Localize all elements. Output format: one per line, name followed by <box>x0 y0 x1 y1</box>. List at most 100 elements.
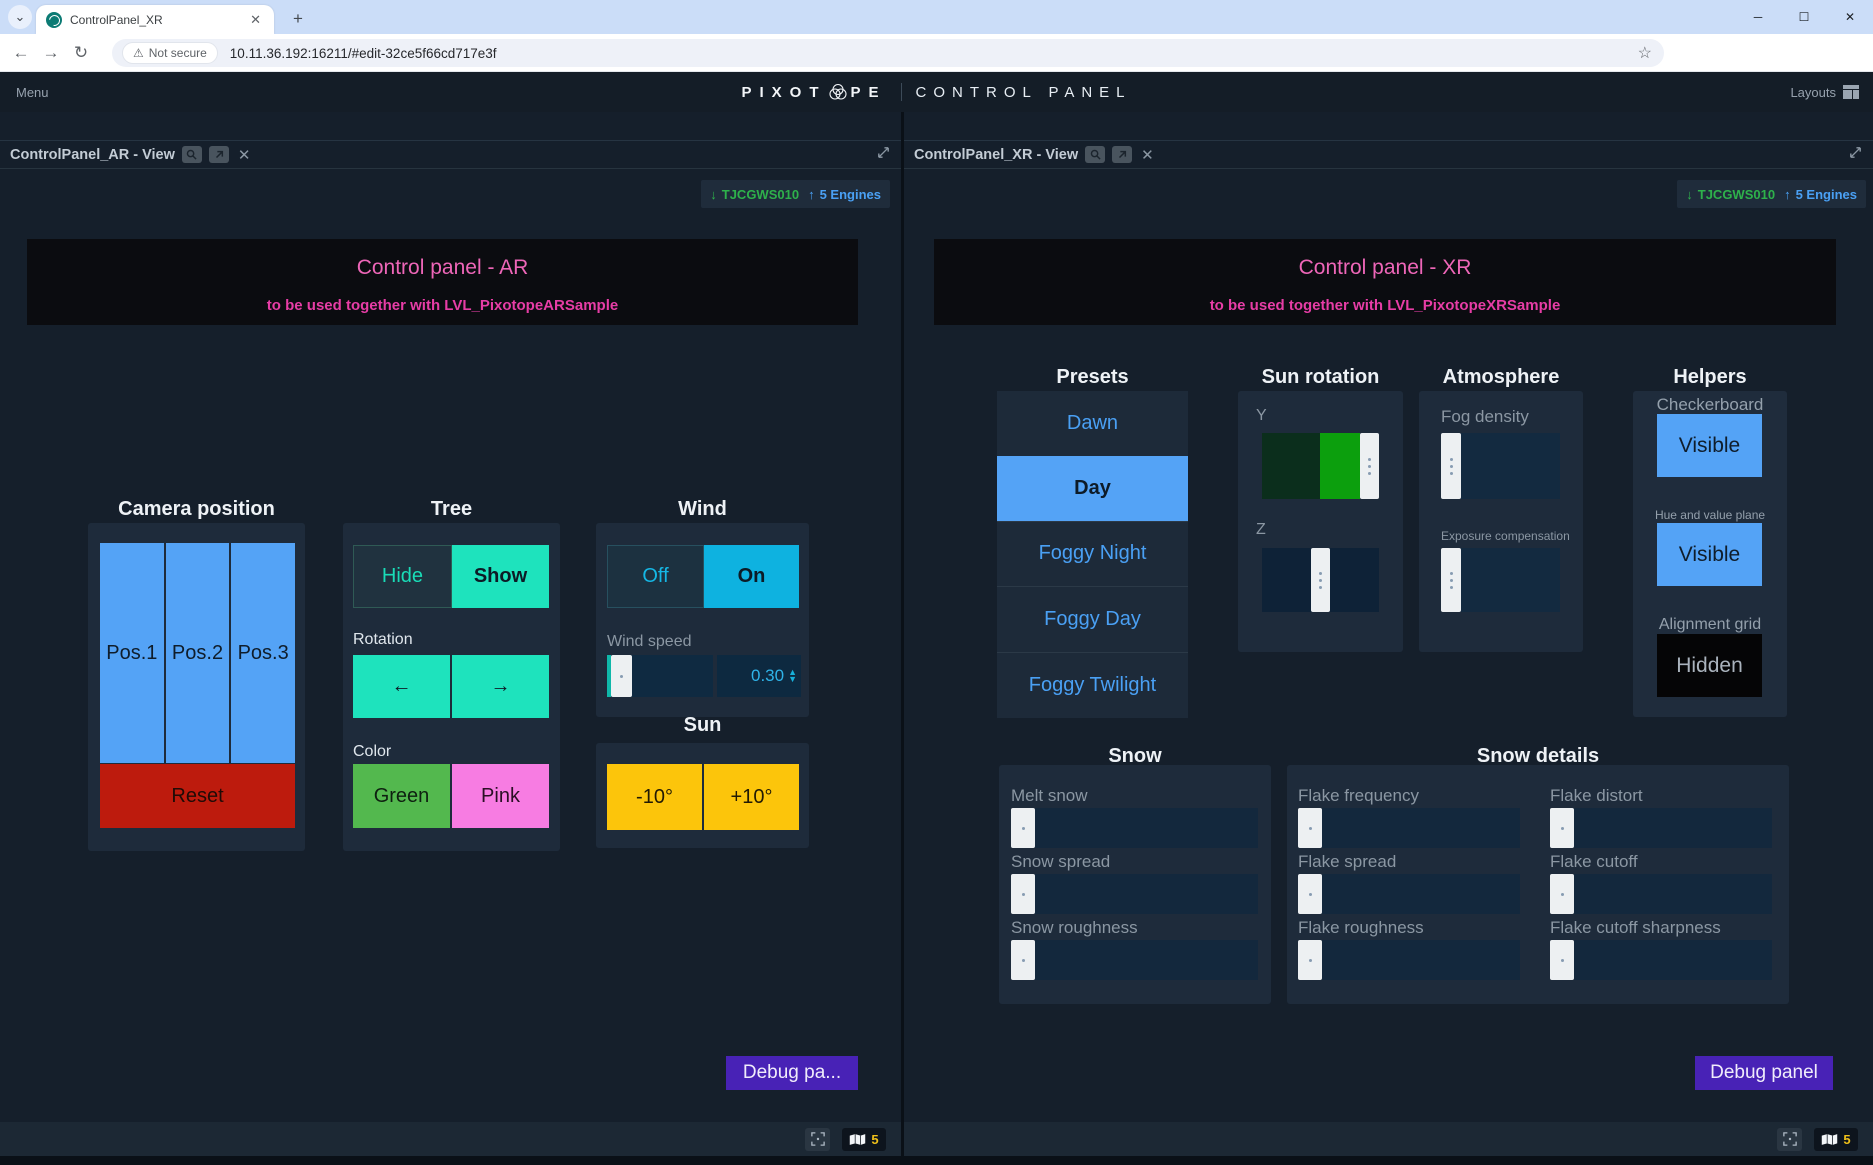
flake-cutoff-sharpness-handle[interactable] <box>1550 940 1574 980</box>
flake-roughness-handle[interactable] <box>1298 940 1322 980</box>
window-minimize-button[interactable]: ─ <box>1735 0 1781 34</box>
snow-roughness-label: Snow roughness <box>1011 918 1138 938</box>
melt-snow-slider[interactable] <box>1011 808 1258 848</box>
snow-spread-slider[interactable] <box>1011 874 1258 914</box>
new-tab-button[interactable]: + <box>286 7 310 31</box>
rotate-right-button[interactable]: → <box>452 655 549 718</box>
snow-roughness-handle[interactable] <box>1011 940 1035 980</box>
debug-panel-button-xr[interactable]: Debug panel <box>1695 1056 1833 1090</box>
panel-xr-title: ControlPanel_XR - View <box>914 147 1078 163</box>
flake-distort-slider[interactable] <box>1550 808 1772 848</box>
window-controls: ─ ☐ ✕ <box>1735 0 1873 34</box>
url-text[interactable]: 10.11.36.192:16211/#edit-32ce5f66cd717e3… <box>230 46 1638 61</box>
preset-foggy-twilight[interactable]: Foggy Twilight <box>997 652 1188 718</box>
back-icon[interactable]: ← <box>6 43 36 63</box>
wind-on-button[interactable]: On <box>704 545 799 608</box>
reload-icon[interactable]: ↻ <box>66 43 96 63</box>
browser-tab-strip: ⌄ ControlPanel_XR ✕ + ─ ☐ ✕ <box>0 0 1873 34</box>
fog-slider-handle[interactable] <box>1441 433 1461 499</box>
panel-xr-popout-icon[interactable] <box>1112 146 1132 163</box>
atmosphere-card: Fog density Exposure compensation <box>1419 391 1583 652</box>
tree-hide-button[interactable]: Hide <box>353 545 452 608</box>
tab-search-chevron-icon[interactable]: ⌄ <box>8 5 32 29</box>
engine-status-badge: ↓ TJCGWS010 ↑ 5 Engines <box>1677 180 1866 208</box>
panel-ar-close-icon[interactable]: ✕ <box>238 146 251 164</box>
spinner-down-icon[interactable]: ▼ <box>788 676 797 683</box>
panel-divider[interactable] <box>901 112 904 1165</box>
engine-count-label: 5 Engines <box>820 187 881 202</box>
preset-foggy-day[interactable]: Foggy Day <box>997 586 1188 652</box>
flake-spread-handle[interactable] <box>1298 874 1322 914</box>
debug-panel-button-ar[interactable]: Debug pa... <box>726 1056 858 1090</box>
panel-ar-search-icon[interactable] <box>182 146 202 163</box>
browser-tab[interactable]: ControlPanel_XR ✕ <box>36 5 274 34</box>
snow-spread-handle[interactable] <box>1011 874 1035 914</box>
camera-reset-button[interactable]: Reset <box>100 764 295 828</box>
fog-density-slider[interactable] <box>1441 433 1560 499</box>
panel-xr-expand-icon[interactable] <box>1848 145 1863 165</box>
sun-rotation-y-slider[interactable] <box>1262 433 1379 499</box>
camera-pos3-button[interactable]: Pos.3 <box>231 543 295 763</box>
preset-foggy-night[interactable]: Foggy Night <box>997 521 1188 587</box>
panel-ar-expand-icon[interactable] <box>876 145 891 165</box>
wind-speed-input[interactable]: 0.30 ▲▼ <box>717 655 801 697</box>
exposure-slider[interactable] <box>1441 548 1560 612</box>
wind-slider-handle[interactable] <box>611 655 632 697</box>
fullscreen-icon[interactable] <box>805 1128 830 1151</box>
camera-pos2-button[interactable]: Pos.2 <box>166 543 230 763</box>
layouts-button[interactable]: Layouts <box>1790 85 1859 100</box>
wind-speed-slider[interactable] <box>607 655 713 697</box>
screen: ⌄ ControlPanel_XR ✕ + ─ ☐ ✕ ← → ↻ ⚠ Not … <box>0 0 1873 1165</box>
panel-xr-banner: Control panel - XR to be used together w… <box>934 239 1836 325</box>
forward-icon[interactable]: → <box>36 43 66 63</box>
y-slider-handle[interactable] <box>1360 433 1379 499</box>
checkerboard-label: Checkerboard <box>1633 395 1787 415</box>
tree-show-button[interactable]: Show <box>452 545 549 608</box>
panel-xr-search-icon[interactable] <box>1085 146 1105 163</box>
not-secure-chip[interactable]: ⚠ Not secure <box>122 42 218 64</box>
rotation-label: Rotation <box>353 631 413 649</box>
window-close-button[interactable]: ✕ <box>1827 0 1873 34</box>
color-pink-button[interactable]: Pink <box>452 764 549 828</box>
flake-cutoff-sharpness-slider[interactable] <box>1550 940 1772 980</box>
alignment-grid-toggle-button[interactable]: Hidden <box>1657 634 1762 697</box>
exposure-slider-handle[interactable] <box>1441 548 1461 612</box>
fog-slider-track <box>1461 433 1560 499</box>
sun-plus-button[interactable]: +10° <box>704 764 799 830</box>
rotate-left-button[interactable]: ← <box>353 655 450 718</box>
wind-speed-spinner[interactable]: ▲▼ <box>788 669 797 683</box>
flake-frequency-handle[interactable] <box>1298 808 1322 848</box>
melt-snow-handle[interactable] <box>1011 808 1035 848</box>
fullscreen-icon[interactable] <box>1777 1128 1802 1151</box>
wind-speed-value[interactable]: 0.30 <box>751 666 784 686</box>
map-badge[interactable]: 5 <box>1814 1128 1858 1151</box>
flake-roughness-label: Flake roughness <box>1298 918 1424 938</box>
tab-close-icon[interactable]: ✕ <box>247 12 264 28</box>
sun-rotation-z-slider[interactable] <box>1262 548 1379 612</box>
flake-roughness-slider[interactable] <box>1298 940 1520 980</box>
map-badge[interactable]: 5 <box>842 1128 886 1151</box>
sun-minus-button[interactable]: -10° <box>607 764 702 830</box>
map-icon <box>1821 1133 1838 1146</box>
flake-distort-handle[interactable] <box>1550 808 1574 848</box>
checkerboard-toggle-button[interactable]: Visible <box>1657 414 1762 477</box>
presets-list: Dawn Day Foggy Night Foggy Day Foggy Twi… <box>997 391 1188 718</box>
z-slider-handle[interactable] <box>1311 548 1330 612</box>
wind-off-button[interactable]: Off <box>607 545 704 608</box>
preset-day-selected[interactable]: Day <box>997 456 1188 521</box>
snow-roughness-slider[interactable] <box>1011 940 1258 980</box>
panel-ar-popout-icon[interactable] <box>209 146 229 163</box>
flake-cutoff-slider[interactable] <box>1550 874 1772 914</box>
bookmark-star-icon[interactable]: ☆ <box>1638 43 1652 63</box>
panel-xr-close-icon[interactable]: ✕ <box>1141 146 1154 164</box>
camera-pos1-button[interactable]: Pos.1 <box>100 543 164 763</box>
map-icon <box>849 1133 866 1146</box>
flake-spread-slider[interactable] <box>1298 874 1520 914</box>
address-bar[interactable]: ⚠ Not secure 10.11.36.192:16211/#edit-32… <box>112 39 1664 67</box>
flake-cutoff-handle[interactable] <box>1550 874 1574 914</box>
hue-value-plane-toggle-button[interactable]: Visible <box>1657 523 1762 586</box>
flake-frequency-slider[interactable] <box>1298 808 1520 848</box>
preset-dawn[interactable]: Dawn <box>997 391 1188 456</box>
color-green-button[interactable]: Green <box>353 764 450 828</box>
window-maximize-button[interactable]: ☐ <box>1781 0 1827 34</box>
